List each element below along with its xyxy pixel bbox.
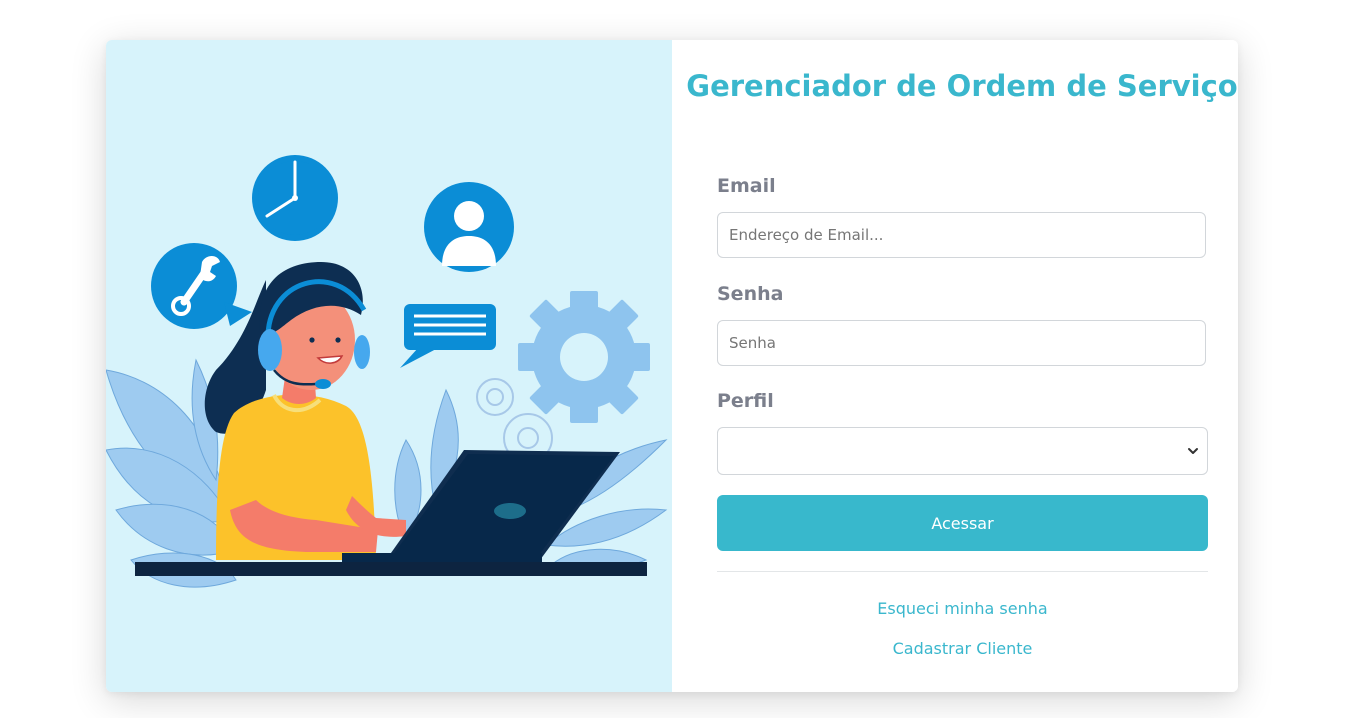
wrench-icon: [151, 243, 252, 329]
illustration-panel: [106, 40, 672, 692]
email-label: Email: [717, 175, 776, 197]
user-icon: [424, 182, 514, 272]
chat-bubble-icon: [400, 304, 496, 368]
divider: [717, 571, 1208, 572]
gear-icon: [518, 291, 650, 423]
password-field[interactable]: [717, 320, 1206, 366]
login-card: Gerenciador de Ordem de Serviço Email Se…: [106, 40, 1238, 692]
login-form-panel: Gerenciador de Ordem de Serviço Email Se…: [672, 40, 1238, 692]
profile-select[interactable]: [717, 427, 1208, 475]
email-field[interactable]: [717, 212, 1206, 258]
page-title: Gerenciador de Ordem de Serviço: [686, 69, 1238, 103]
password-label: Senha: [717, 283, 784, 305]
clock-icon: [252, 155, 338, 241]
access-button[interactable]: Acessar: [717, 495, 1208, 551]
profile-label: Perfil: [717, 390, 774, 412]
support-agent-illustration: [106, 155, 668, 588]
forgot-password-link[interactable]: Esqueci minha senha: [717, 599, 1208, 618]
register-client-link[interactable]: Cadastrar Cliente: [717, 639, 1208, 658]
chevron-down-icon: [1188, 448, 1198, 454]
